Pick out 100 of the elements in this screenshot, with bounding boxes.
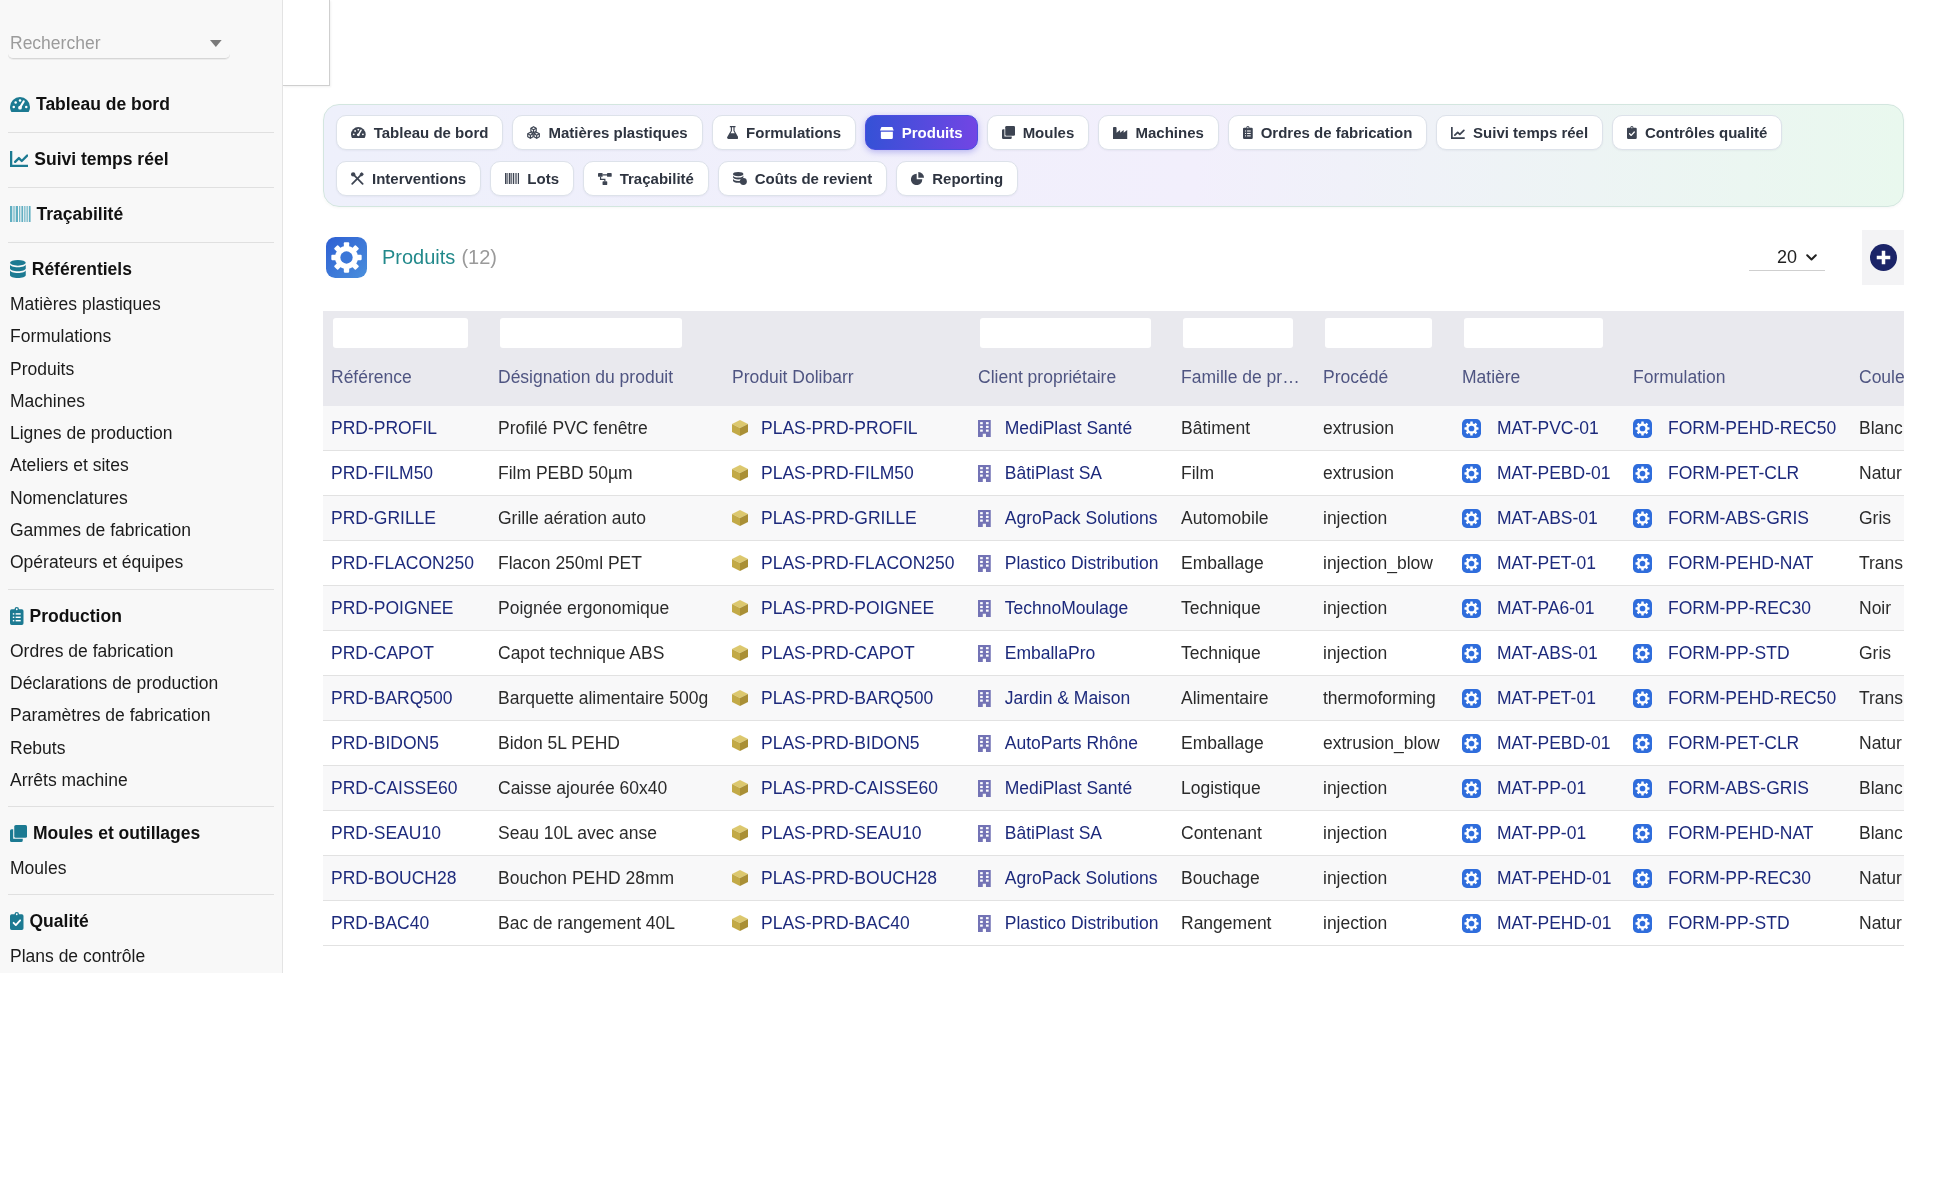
table-link[interactable]: PLAS-PRD-BOUCH28 <box>761 867 938 889</box>
sidebar-item[interactable]: Déclarations de production <box>10 666 219 700</box>
sidebar-item[interactable]: Opérateurs et équipes <box>10 546 184 579</box>
table-link[interactable]: Plastico Distribution <box>1004 552 1159 574</box>
tab[interactable]: Matières plastiques <box>512 115 703 150</box>
table-link[interactable]: PRD-FILM50 <box>331 462 434 484</box>
table-link[interactable]: PRD-PROFIL <box>331 417 437 439</box>
tab[interactable]: Ordres de fabrication <box>1227 115 1428 150</box>
table-link[interactable]: AgroPack Solutions <box>1004 867 1158 889</box>
add-button[interactable] <box>1862 230 1904 285</box>
table-link[interactable]: PLAS-PRD-FLACON250 <box>761 552 955 574</box>
table-link[interactable]: PRD-BARQ500 <box>331 687 453 709</box>
sidebar-item[interactable]: Arrêts machine <box>10 763 128 797</box>
tab[interactable]: Coûts de revient <box>717 161 888 196</box>
table-link[interactable]: PRD-CAISSE60 <box>331 777 458 799</box>
table-link[interactable]: PLAS-PRD-SEAU10 <box>761 822 922 844</box>
table-link[interactable]: MAT-PEBD-01 <box>1497 462 1611 484</box>
table-link[interactable]: MAT-PA6-01 <box>1497 597 1595 619</box>
sidebar-item[interactable]: Paramètres de fabrication <box>10 699 211 732</box>
table-link[interactable]: PLAS-PRD-BARQ500 <box>761 687 934 709</box>
table-link[interactable]: FORM-PET-CLR <box>1668 732 1800 754</box>
sidebar-heading[interactable]: Suivi temps réel <box>10 146 169 172</box>
sidebar-item[interactable]: Rebuts <box>10 731 66 764</box>
table-link[interactable]: FORM-PEHD-REC50 <box>1668 417 1837 439</box>
table-link[interactable]: PRD-BAC40 <box>331 912 430 934</box>
table-link[interactable]: MAT-PP-01 <box>1497 777 1587 799</box>
table-link[interactable]: FORM-ABS-GRIS <box>1668 507 1809 529</box>
sidebar-heading[interactable]: Qualité <box>10 908 89 935</box>
table-link[interactable]: PLAS-PRD-CAPOT <box>761 642 915 664</box>
table-link[interactable]: MAT-ABS-01 <box>1497 507 1598 529</box>
table-link[interactable]: MAT-PEHD-01 <box>1497 867 1612 889</box>
sidebar-heading[interactable]: Moules et outillages <box>10 820 201 847</box>
tab[interactable]: Interventions <box>336 161 482 196</box>
table-link[interactable]: PRD-FLACON250 <box>331 552 474 574</box>
table-link[interactable]: MAT-PP-01 <box>1497 822 1587 844</box>
column-header[interactable]: Formulation <box>1633 366 1726 387</box>
column-header[interactable]: Référence <box>331 366 412 387</box>
column-header[interactable]: Famille de pr… <box>1181 366 1300 387</box>
table-link[interactable]: FORM-PET-CLR <box>1668 462 1800 484</box>
table-link[interactable]: MAT-PEBD-01 <box>1497 732 1611 754</box>
table-link[interactable]: MediPlast Santé <box>1004 777 1133 799</box>
table-link[interactable]: FORM-PP-STD <box>1668 642 1790 664</box>
sidebar-item[interactable]: Lignes de production <box>10 417 173 450</box>
table-link[interactable]: PRD-CAPOT <box>331 642 435 664</box>
search-field[interactable]: Rechercher <box>8 28 230 59</box>
tab[interactable]: Machines <box>1098 115 1219 150</box>
table-link[interactable]: PRD-GRILLE <box>331 507 437 529</box>
table-link[interactable]: MAT-PET-01 <box>1497 687 1596 709</box>
table-link[interactable]: MAT-ABS-01 <box>1497 642 1598 664</box>
table-link[interactable]: FORM-PEHD-REC50 <box>1668 687 1837 709</box>
table-link[interactable]: PLAS-PRD-CAISSE60 <box>761 777 938 799</box>
table-link[interactable]: Jardin & Maison <box>1004 687 1131 709</box>
sidebar-heading[interactable]: Tableau de bord <box>10 91 170 117</box>
sidebar-item[interactable]: Produits <box>10 352 75 385</box>
table-link[interactable]: FORM-ABS-GRIS <box>1668 777 1809 799</box>
tab[interactable]: Moules <box>986 115 1090 150</box>
table-link[interactable]: AutoParts Rhône <box>1004 732 1139 754</box>
table-link[interactable]: PRD-SEAU10 <box>331 822 441 844</box>
sidebar-item[interactable]: Nomenclatures <box>10 481 128 515</box>
tab[interactable]: Contrôles qualité <box>1612 115 1783 150</box>
sidebar-item[interactable]: Matières plastiques <box>10 288 161 321</box>
tab[interactable]: Produits <box>865 115 978 150</box>
table-link[interactable]: FORM-PEHD-NAT <box>1668 822 1814 844</box>
tab[interactable]: Formulations <box>711 115 857 150</box>
table-link[interactable]: EmballaPro <box>1004 642 1096 664</box>
table-link[interactable]: PLAS-PRD-BIDON5 <box>761 732 920 754</box>
table-link[interactable]: TechnoMoulage <box>1004 597 1129 619</box>
table-link[interactable]: PLAS-PRD-PROFIL <box>761 417 918 439</box>
sidebar-heading[interactable]: Référentiels <box>10 256 132 282</box>
tab[interactable]: Traçabilité <box>583 161 709 196</box>
column-header[interactable]: Coule <box>1859 366 1905 387</box>
sidebar-item[interactable]: Ordres de fabrication <box>10 634 174 667</box>
table-link[interactable]: FORM-PP-REC30 <box>1668 867 1811 889</box>
column-header[interactable]: Désignation du produit <box>498 366 674 387</box>
table-link[interactable]: PLAS-PRD-BAC40 <box>761 912 910 934</box>
table-link[interactable]: PLAS-PRD-POIGNEE <box>761 597 935 619</box>
sidebar-item[interactable]: Gammes de fabrication <box>10 514 191 547</box>
page-size-select[interactable]: 20 <box>1748 244 1825 271</box>
table-link[interactable]: MAT-PET-01 <box>1497 552 1596 574</box>
tab[interactable]: Lots <box>490 161 574 196</box>
table-link[interactable]: Plastico Distribution <box>1004 912 1159 934</box>
sidebar-item[interactable]: Formulations <box>10 320 112 353</box>
table-link[interactable]: PRD-BIDON5 <box>331 732 439 754</box>
table-link[interactable]: MAT-PVC-01 <box>1497 417 1599 439</box>
column-header[interactable]: Produit Dolibarr <box>732 366 854 387</box>
table-link[interactable]: PLAS-PRD-FILM50 <box>761 462 914 484</box>
table-link[interactable]: PRD-BOUCH28 <box>331 867 457 889</box>
tab[interactable]: Reporting <box>896 161 1019 196</box>
table-link[interactable]: FORM-PEHD-NAT <box>1668 552 1814 574</box>
table-link[interactable]: AgroPack Solutions <box>1004 507 1158 529</box>
sidebar-heading[interactable]: Production <box>10 602 122 629</box>
sidebar-item[interactable]: Machines <box>10 384 85 418</box>
column-header[interactable]: Matière <box>1462 366 1521 387</box>
table-link[interactable]: BâtiPlast SA <box>1004 822 1103 844</box>
tab[interactable]: Tableau de bord <box>336 115 504 150</box>
sidebar-heading[interactable]: Traçabilité <box>10 201 124 227</box>
table-link[interactable]: FORM-PP-REC30 <box>1668 597 1811 619</box>
table-link[interactable]: MAT-PEHD-01 <box>1497 912 1612 934</box>
sidebar-item[interactable]: Plans de contrôle <box>10 940 146 973</box>
sidebar-item[interactable]: Ateliers et sites <box>10 449 129 482</box>
